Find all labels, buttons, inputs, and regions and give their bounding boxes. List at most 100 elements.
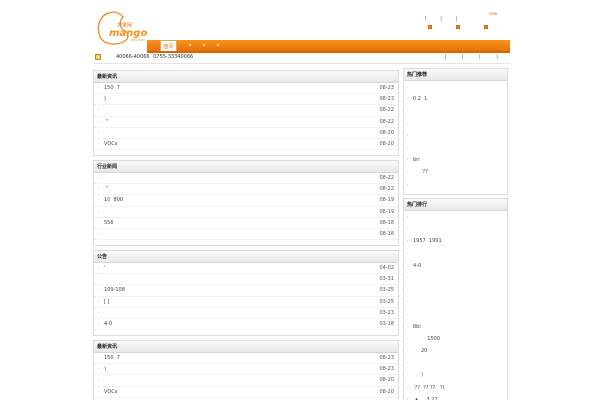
list-item-title[interactable]: 150 7 bbox=[104, 353, 120, 364]
contact-right-links[interactable]: | | | | bbox=[444, 54, 505, 60]
news-panel-1: 最新资讯 · 150 7 08-23 ·) 08-23 · 08-22 · " 08-22 · 08… bbox=[93, 70, 399, 156]
list-item[interactable]: · bbox=[404, 118, 507, 130]
list-item-title[interactable]: ) bbox=[104, 94, 106, 105]
list-item-title[interactable]: ) bbox=[104, 364, 106, 375]
list-item[interactable]: · 03-31 bbox=[94, 274, 398, 286]
list-item-title[interactable]: 0.2 1 bbox=[413, 93, 427, 105]
bullet-icon: · bbox=[98, 366, 100, 373]
list-item[interactable]: ·) 08-23 bbox=[94, 94, 398, 106]
list-item-title[interactable]: [ ] bbox=[104, 297, 110, 308]
list-item-title[interactable]: 1500 bbox=[413, 333, 440, 345]
list-item-title[interactable]: 556 bbox=[104, 218, 114, 229]
list-item[interactable]: · "!!" bbox=[404, 191, 507, 195]
list-item-title[interactable]: ?? bbox=[413, 166, 428, 178]
list-item[interactable]: · ?? ?? ?? ?( bbox=[404, 382, 507, 394]
list-item-date: 08-20 bbox=[379, 140, 394, 147]
list-item-date: 08-22 bbox=[379, 107, 394, 114]
list-item[interactable]: · ' 04-02 bbox=[94, 263, 398, 275]
list-item-title[interactable]: bri bbox=[413, 154, 420, 166]
list-item-title[interactable]: 1957 1991 bbox=[413, 235, 442, 247]
list-item-title[interactable]: " bbox=[104, 184, 108, 195]
list-item[interactable]: · 6bi bbox=[404, 321, 507, 333]
list-item[interactable]: · " 08-22 bbox=[94, 184, 398, 196]
list-item[interactable]: · bri bbox=[404, 154, 507, 166]
list-item-title[interactable]: 150 7 bbox=[104, 83, 120, 94]
list-item[interactable]: · bbox=[404, 357, 507, 369]
panel-rows: · 150 7 08-23 ·) 08-23 · 08-22 · " 08-22 · 08-20 · V… bbox=[94, 83, 398, 151]
list-item[interactable]: · 03-23 bbox=[94, 308, 398, 319]
list-item-title[interactable]: ?? ?? ?? ?( bbox=[413, 382, 445, 394]
bullet-icon: · bbox=[407, 348, 409, 355]
list-item[interactable]: · bbox=[404, 248, 507, 260]
panel-rows: · 150 7 08-23 ·) 08-23 · 08-20 · VOCs 08-20 bbox=[94, 353, 398, 398]
side-panel-recommend: 热门推荐 ··0.2 1·····bri· ??·· "!!" bbox=[403, 68, 508, 195]
orange-square-icon[interactable] bbox=[484, 25, 488, 29]
list-item[interactable]: · VOCs 08-20 bbox=[94, 387, 398, 398]
list-item-title[interactable]: ▲ 3.22 bbox=[413, 394, 438, 400]
bullet-icon: · bbox=[98, 287, 100, 294]
nav-item[interactable] bbox=[217, 44, 219, 46]
bullet-icon: · bbox=[407, 384, 409, 391]
list-item[interactable]: · VOCs 08-20 bbox=[94, 139, 398, 151]
list-item[interactable]: · 08-20 bbox=[94, 128, 398, 139]
list-item[interactable]: · bbox=[404, 179, 507, 191]
list-item[interactable]: · 4-0 03-18 bbox=[94, 319, 398, 331]
list-item[interactable]: · 20 bbox=[404, 345, 507, 357]
notice-panel: 公告 · ' 04-02 · 03-31 · 109-108 03-25 · [ ] 03-25 · 0… bbox=[93, 250, 399, 336]
list-item-date: 08-22 bbox=[379, 175, 394, 181]
bullet-icon: · bbox=[98, 186, 100, 193]
list-item[interactable]: · ?? bbox=[404, 166, 507, 178]
list-item[interactable]: · 1500 bbox=[404, 333, 507, 345]
orange-square-icon[interactable] bbox=[428, 25, 432, 29]
list-item[interactable]: · bbox=[404, 296, 507, 308]
list-item[interactable]: · 08-18 bbox=[94, 229, 398, 241]
top-links[interactable]: | | | bbox=[425, 16, 463, 22]
orange-square-icon[interactable] bbox=[456, 25, 460, 29]
list-item-title[interactable]: 4-0 bbox=[413, 260, 421, 272]
list-item-title[interactable]: VOCs bbox=[104, 139, 117, 150]
panel-title: 最新资讯 bbox=[94, 71, 398, 83]
list-item-title[interactable]: 4-0 bbox=[104, 319, 112, 330]
list-item[interactable]: · bbox=[404, 130, 507, 142]
list-item[interactable]: · 08-19 bbox=[94, 207, 398, 218]
list-item[interactable]: ·) 08-23 bbox=[94, 364, 398, 376]
nav-item[interactable] bbox=[203, 44, 205, 46]
list-item-title[interactable]: ) bbox=[413, 369, 423, 381]
list-item-title[interactable]: " bbox=[104, 117, 108, 128]
bullet-icon: · bbox=[407, 238, 409, 245]
nav-item[interactable] bbox=[189, 44, 191, 46]
list-item[interactable]: · 10 800 08-19 bbox=[94, 195, 398, 207]
side-rows: · · · 1957 1991 · · 4-0 · · · · · 6bi · 1500 · 20 · · ) ·… bbox=[404, 211, 507, 400]
list-item[interactable]: · 08-20 bbox=[94, 375, 398, 387]
list-item-title[interactable]: "!!" bbox=[413, 191, 425, 195]
list-item[interactable]: · 150 7 08-23 bbox=[94, 83, 398, 95]
list-item[interactable]: · bbox=[404, 211, 507, 223]
list-item[interactable]: · 109-108 03-25 bbox=[94, 285, 398, 297]
list-item[interactable]: · bbox=[404, 284, 507, 296]
list-item[interactable]: · 0.2 1 bbox=[404, 93, 507, 105]
list-item[interactable]: · bbox=[404, 223, 507, 235]
list-item[interactable]: · ) bbox=[404, 369, 507, 381]
list-item[interactable]: · ▲ 3.22 bbox=[404, 394, 507, 400]
list-item[interactable]: · 4-0 bbox=[404, 260, 507, 272]
list-item[interactable]: · 08-22 bbox=[94, 173, 398, 185]
list-item-title[interactable]: 20 bbox=[413, 345, 427, 357]
list-item[interactable]: · 556 08-18 bbox=[94, 218, 398, 229]
bullet-icon: · bbox=[98, 140, 100, 147]
list-item-title[interactable]: 6bi bbox=[413, 321, 421, 333]
list-item[interactable]: · 150 7 08-23 bbox=[94, 353, 398, 365]
bullet-icon: · bbox=[407, 191, 409, 195]
list-item-title[interactable]: 10 800 bbox=[104, 195, 123, 206]
list-item[interactable]: · bbox=[404, 105, 507, 117]
list-item[interactable]: · 08-22 bbox=[94, 105, 398, 117]
list-item[interactable]: · " 08-22 bbox=[94, 117, 398, 128]
list-item[interactable]: · bbox=[404, 309, 507, 321]
list-item[interactable]: · bbox=[404, 142, 507, 154]
list-item-title[interactable]: ' bbox=[104, 263, 105, 274]
list-item-title[interactable]: VOCs bbox=[104, 387, 117, 398]
list-item[interactable]: · 1957 1991 bbox=[404, 235, 507, 247]
list-item-title[interactable]: 109-108 bbox=[104, 285, 125, 296]
list-item[interactable]: · [ ] 03-25 bbox=[94, 297, 398, 308]
list-item[interactable]: · bbox=[404, 272, 507, 284]
list-item[interactable]: · bbox=[404, 81, 507, 93]
